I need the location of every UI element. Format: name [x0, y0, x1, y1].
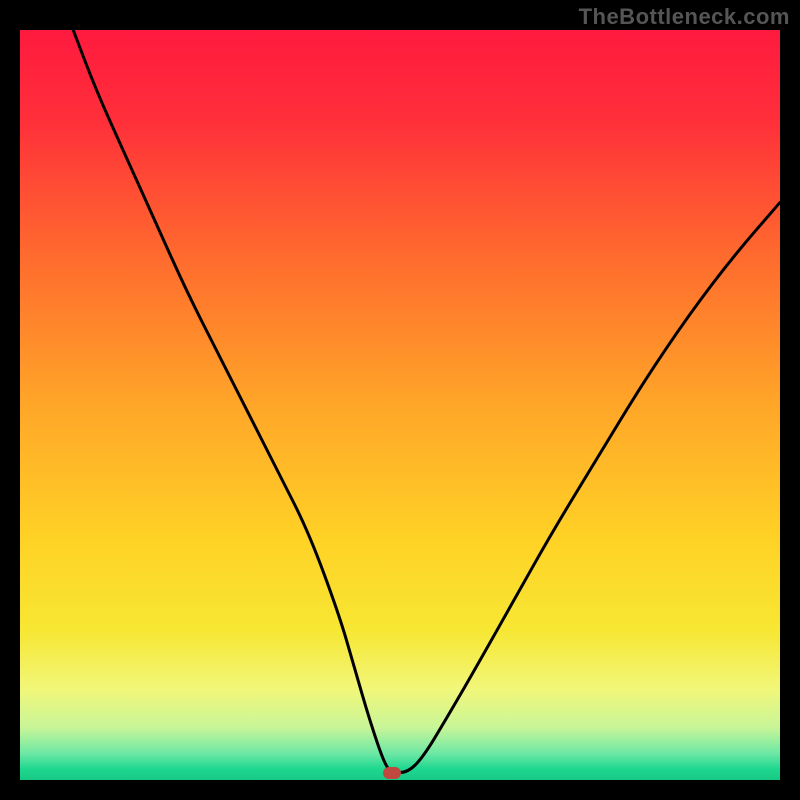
plot-area	[20, 30, 780, 780]
bottleneck-curve	[20, 30, 780, 780]
current-selection-marker	[383, 767, 401, 779]
chart-frame: TheBottleneck.com	[0, 0, 800, 800]
watermark-text: TheBottleneck.com	[579, 4, 790, 30]
